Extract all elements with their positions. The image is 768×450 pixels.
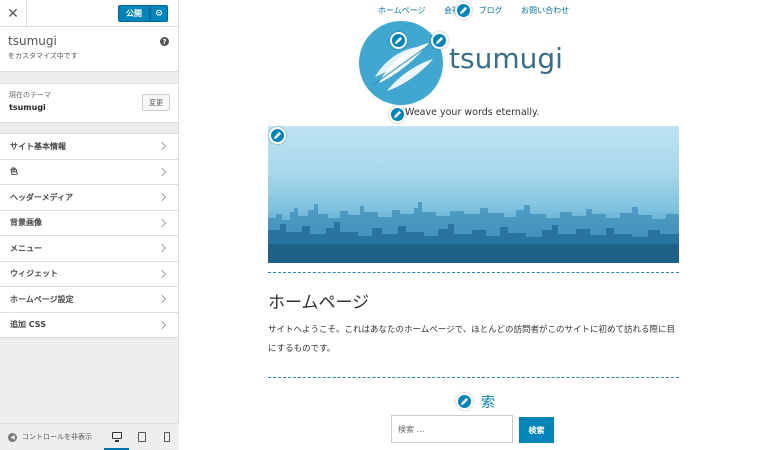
close-icon: ✕ xyxy=(7,5,19,22)
close-button[interactable]: ✕ xyxy=(0,0,27,27)
page-title: ホームページ xyxy=(268,293,370,313)
search-button[interactable]: 検索 xyxy=(519,417,554,443)
preview-tablet-button[interactable] xyxy=(129,424,154,450)
primary-navigation: ホームページ 会社 ブログ お問い合わせ xyxy=(179,5,768,16)
nav-link-contact[interactable]: お問い合わせ xyxy=(521,6,569,15)
menu-item-header-media[interactable]: ヘッダーメディア xyxy=(0,185,178,211)
chevron-right-icon xyxy=(157,218,167,227)
collapse-label: コントロールを非表示 xyxy=(22,433,92,441)
menu-item-label: 背景画像 xyxy=(10,218,42,228)
chevron-right-icon xyxy=(157,193,167,202)
gear-icon: ⚙ xyxy=(154,8,164,19)
chevron-right-icon xyxy=(157,142,167,151)
nav-link-home[interactable]: ホームページ xyxy=(378,6,426,15)
chevron-right-icon xyxy=(157,269,167,278)
chevron-right-icon xyxy=(157,320,167,329)
pencil-icon[interactable] xyxy=(431,32,448,49)
header-image xyxy=(268,126,679,263)
pencil-icon[interactable] xyxy=(456,393,473,410)
menu-item-menus[interactable]: メニュー xyxy=(0,236,178,262)
publish-button[interactable]: 公開 xyxy=(118,5,150,22)
chevron-right-icon xyxy=(157,295,167,304)
customizing-notice: をカスタマイズ中です xyxy=(8,52,78,60)
preview-mobile-button[interactable] xyxy=(154,424,179,450)
customize-info: tsumugi をカスタマイズ中です ? xyxy=(0,27,178,72)
menu-item-colors[interactable]: 色 xyxy=(0,159,178,185)
pencil-icon[interactable] xyxy=(389,106,406,123)
menu-item-additional-css[interactable]: 追加 CSS xyxy=(0,312,178,338)
publish-group: 公開 ⚙ xyxy=(118,5,168,22)
help-icon[interactable]: ? xyxy=(160,37,169,46)
search-widget-title: 索 xyxy=(481,395,495,411)
menu-item-label: 色 xyxy=(10,167,18,177)
chevron-right-icon xyxy=(157,167,167,176)
customizer-sidebar: ✕ 公開 ⚙ tsumugi をカスタマイズ中です ? 現在のテーマ tsumu… xyxy=(0,0,179,450)
menu-item-background-image[interactable]: 背景画像 xyxy=(0,210,178,236)
customizer-header: ✕ 公開 ⚙ xyxy=(0,0,178,27)
divider xyxy=(268,377,679,378)
menu-item-site-identity[interactable]: サイト基本情報 xyxy=(0,134,178,160)
mobile-icon xyxy=(163,432,170,442)
site-tagline: Weave your words eternally. xyxy=(405,107,540,118)
site-title: tsumugi xyxy=(8,34,57,48)
site-preview: ホームページ 会社 ブログ お問い合わせ tsumugi Weave your … xyxy=(179,0,768,450)
publish-settings-button[interactable]: ⚙ xyxy=(150,5,168,22)
divider xyxy=(268,272,679,273)
preview-desktop-button[interactable] xyxy=(104,424,129,450)
change-theme-button[interactable]: 変更 xyxy=(142,94,170,111)
chevron-right-icon xyxy=(157,244,167,253)
menu-item-widgets[interactable]: ウィジェット xyxy=(0,261,178,287)
pencil-icon[interactable] xyxy=(269,127,286,144)
menu-item-label: ヘッダーメディア xyxy=(10,192,74,202)
menu-item-label: サイト基本情報 xyxy=(10,141,66,151)
tablet-icon xyxy=(137,432,146,442)
current-theme-panel: 現在のテーマ tsumugi 変更 xyxy=(0,83,178,123)
customizer-menu: サイト基本情報 色 ヘッダーメディア 背景画像 メニュー ウィジェット ホームペ… xyxy=(0,133,178,338)
menu-item-label: ホームページ設定 xyxy=(10,294,74,304)
arrow-left-icon: ◀ xyxy=(8,432,17,442)
customizer-footer: ◀ コントロールを非表示 xyxy=(0,423,179,450)
menu-item-label: メニュー xyxy=(10,243,42,253)
desktop-icon xyxy=(111,432,122,442)
cityscape-image xyxy=(268,202,679,263)
search-input[interactable]: 検索 … xyxy=(391,415,513,443)
pencil-icon[interactable] xyxy=(390,32,407,49)
site-title-text[interactable]: tsumugi xyxy=(449,42,563,75)
menu-item-label: ウィジェット xyxy=(10,269,58,279)
menu-item-label: 追加 CSS xyxy=(10,320,46,330)
nav-link-blog[interactable]: ブログ xyxy=(479,6,503,15)
menu-item-homepage-settings[interactable]: ホームページ設定 xyxy=(0,287,178,313)
collapse-sidebar-button[interactable]: ◀ コントロールを非表示 xyxy=(0,432,104,442)
pencil-icon[interactable] xyxy=(455,2,472,19)
page-content: サイトへようこそ。これはあなたのホームページで、ほとんどの訪問者がこのサイトに初… xyxy=(268,325,675,354)
